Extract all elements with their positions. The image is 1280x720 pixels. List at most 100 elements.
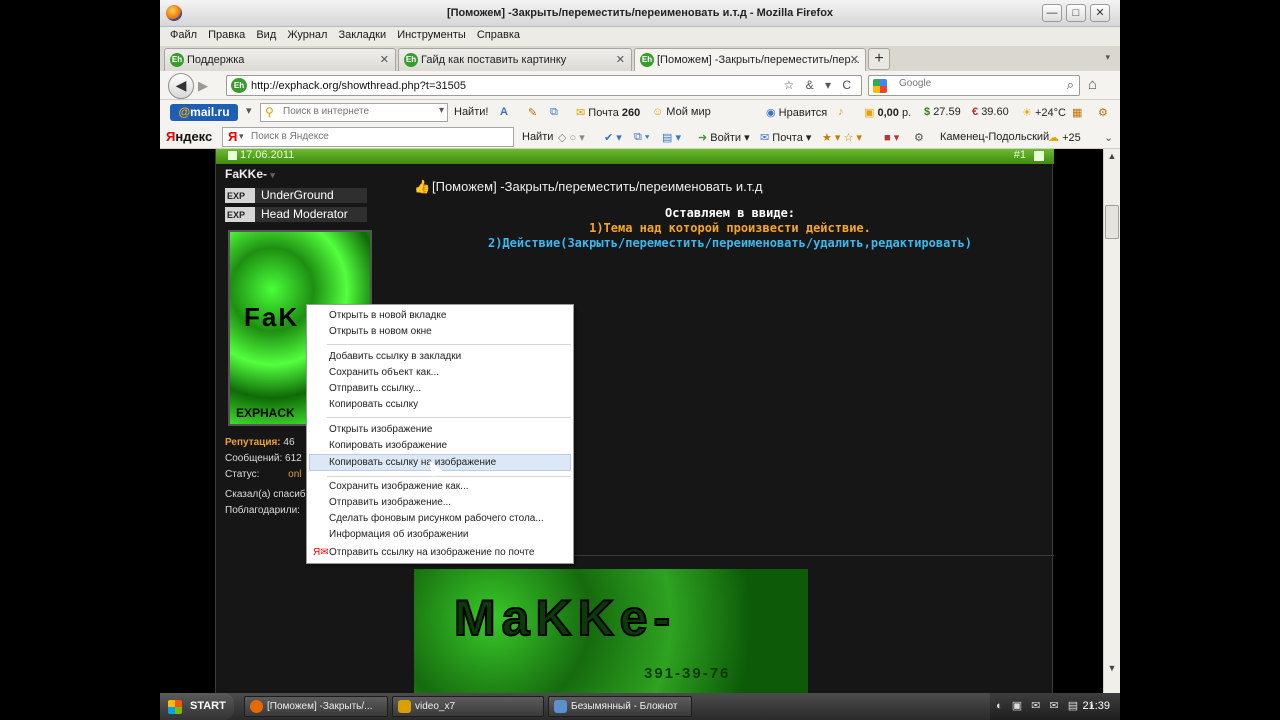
- menu-item-open-new-window[interactable]: Открыть в новом окне: [309, 324, 571, 340]
- yandex-city[interactable]: Каменец-Подольский: [940, 131, 1049, 143]
- tab-guide[interactable]: Eh Гайд как поставить картинку ✕: [398, 48, 632, 71]
- url-bar-tools[interactable]: ☆ & ▾ C: [784, 78, 855, 92]
- search-input[interactable]: [899, 78, 1049, 89]
- close-icon[interactable]: ✕: [380, 53, 389, 66]
- menu-edit[interactable]: Правка: [200, 27, 245, 41]
- yandex-login[interactable]: ➜ Войти ▾: [698, 131, 750, 144]
- menu-item-copy-image[interactable]: Копировать изображение: [309, 438, 571, 454]
- menu-item-mail-image-link[interactable]: Я✉ Отправить ссылку на изображение по поч…: [309, 545, 571, 561]
- post-select-checkbox[interactable]: [1034, 151, 1044, 161]
- mailru-find-button[interactable]: Найти!: [454, 106, 488, 118]
- scrollbar-thumb[interactable]: [1105, 205, 1119, 239]
- weather[interactable]: ☀ +24°C: [1022, 106, 1066, 119]
- check-icon[interactable]: ✔ ▾: [604, 131, 622, 144]
- clock[interactable]: 21:39: [1082, 700, 1110, 712]
- forward-button[interactable]: ▶: [198, 78, 208, 94]
- like-button[interactable]: ◉ Нравится: [766, 106, 827, 119]
- games-icon[interactable]: ♪: [838, 106, 844, 118]
- toolbar-overflow-icon[interactable]: ⌄: [1104, 131, 1113, 144]
- chevron-down-icon[interactable]: ▾: [439, 105, 444, 116]
- menu-item-open-new-tab[interactable]: Открыть в новой вкладке: [309, 308, 571, 324]
- menu-item-open-image[interactable]: Открыть изображение: [309, 422, 571, 438]
- star-icon[interactable]: ★ ▾ ☆ ▾: [822, 131, 862, 144]
- search-bar[interactable]: ⌕: [868, 75, 1080, 96]
- username[interactable]: FaKKe- ▾: [225, 167, 275, 181]
- tab-current[interactable]: Eh [Поможем] -Закрыть/переместить/пер...…: [634, 48, 866, 72]
- mail-button[interactable]: ✉ Почта 260: [576, 106, 640, 119]
- bubble-icon[interactable]: ◇ ○ ▾: [558, 131, 585, 144]
- chevron-down-icon[interactable]: ▾: [239, 131, 244, 142]
- menu-item-send-image[interactable]: Отправить изображение...: [309, 495, 571, 511]
- minimize-button[interactable]: —: [1042, 4, 1062, 22]
- menu-item-image-info[interactable]: Информация об изображении: [309, 527, 571, 543]
- menu-item-save-link-as[interactable]: Сохранить объект как...: [309, 365, 571, 381]
- close-icon[interactable]: ✕: [616, 53, 625, 66]
- menu-bookmarks[interactable]: Закладки: [331, 27, 387, 41]
- menu-item-bookmark-link[interactable]: Добавить ссылку в закладки: [309, 349, 571, 365]
- bookmark-icon[interactable]: ▤ ▾: [662, 131, 681, 144]
- menu-file[interactable]: Файл: [160, 27, 197, 41]
- menu-tools[interactable]: Инструменты: [389, 27, 466, 41]
- post-number[interactable]: #1: [1014, 149, 1026, 161]
- user-status: Статус: onl: [225, 469, 302, 480]
- translate-icon[interactable]: ⧉: [550, 106, 558, 119]
- mailru-toolbar: @mail.ru ▾ ⚲ ▾ Найти! A ✎ ⧉ ✉ Почта 260 …: [160, 100, 1120, 125]
- mailru-search-input[interactable]: [283, 106, 433, 117]
- list-all-tabs-icon[interactable]: ▾: [1105, 52, 1110, 63]
- tab-support[interactable]: Eh Поддержка ✕: [164, 48, 396, 71]
- posts-value: 612: [285, 453, 302, 464]
- system-tray: ◐ ▣ ✉ ✉ ▤ ◑ 21:39: [990, 693, 1120, 720]
- puzzle-icon[interactable]: ▦: [1072, 106, 1082, 119]
- close-button[interactable]: ✕: [1090, 4, 1110, 22]
- rank-head-moderator: EXP Head Moderator: [225, 207, 367, 222]
- gear-icon[interactable]: ⚙: [914, 131, 924, 144]
- back-button[interactable]: ◀: [168, 73, 194, 99]
- yandex-search[interactable]: Я ▾: [222, 127, 514, 147]
- translate-icon[interactable]: ⧉ ▾: [634, 131, 650, 144]
- menu-item-save-image-as[interactable]: Сохранить изображение как...: [309, 479, 571, 495]
- cube-icon[interactable]: ■ ▾: [884, 131, 899, 144]
- google-icon[interactable]: [873, 79, 887, 93]
- myworld-button[interactable]: ☺ Мой мир: [652, 106, 711, 118]
- menu-help[interactable]: Справка: [469, 27, 520, 41]
- menu-view[interactable]: Вид: [248, 27, 276, 41]
- scroll-up-icon[interactable]: ▲: [1106, 151, 1118, 165]
- vertical-scrollbar[interactable]: ▲ ▼: [1103, 149, 1120, 693]
- menu-item-send-link[interactable]: Отправить ссылку...: [309, 381, 571, 397]
- title-bar: [Поможем] -Закрыть/переместить/переимено…: [160, 0, 1120, 27]
- balance-button[interactable]: ▣ 0,00 р.: [864, 106, 911, 119]
- maximize-button[interactable]: □: [1066, 4, 1086, 22]
- eur-rate[interactable]: € 39.60: [972, 106, 1009, 118]
- task-notepad[interactable]: Безымянный - Блокнот: [548, 696, 692, 717]
- yandex-logo[interactable]: Яндекс: [166, 129, 212, 144]
- menu-item-copy-link[interactable]: Копировать ссылку: [309, 397, 571, 413]
- firefox-icon: [250, 700, 263, 713]
- site-identity-icon[interactable]: Eh: [231, 78, 247, 93]
- gear-icon[interactable]: ⚙: [1098, 106, 1108, 119]
- post-line-3: 2)Действие(Закрыть/переместить/переимено…: [487, 236, 973, 250]
- search-icon[interactable]: ⌕: [1067, 77, 1074, 93]
- mailru-search[interactable]: ⚲ ▾: [260, 103, 448, 122]
- mailru-menu-icon[interactable]: ▾: [246, 104, 252, 117]
- yandex-find-button[interactable]: Найти: [522, 131, 553, 143]
- signature-image[interactable]: MaKKe- 391-39-76: [414, 569, 808, 693]
- font-size-icon[interactable]: A: [500, 106, 508, 118]
- task-video[interactable]: video_x7: [392, 696, 544, 717]
- usd-rate[interactable]: $ 27.59: [924, 106, 961, 118]
- url-bar[interactable]: Eh http://exphack.org/showthread.php?t=3…: [226, 75, 862, 96]
- yandex-search-input[interactable]: [251, 131, 501, 142]
- home-icon[interactable]: ⌂: [1088, 76, 1097, 93]
- scroll-down-icon[interactable]: ▼: [1106, 663, 1118, 677]
- task-firefox[interactable]: [Поможем] -Закрыть/...: [244, 696, 388, 717]
- menu-item-set-desktop-background[interactable]: Сделать фоновым рисунком рабочего стола.…: [309, 511, 571, 527]
- chevron-down-icon[interactable]: ▾: [270, 170, 275, 180]
- close-icon[interactable]: ✕: [850, 53, 859, 66]
- new-tab-button[interactable]: +: [868, 48, 890, 70]
- start-button[interactable]: START: [160, 693, 234, 720]
- mailru-logo[interactable]: @mail.ru: [170, 104, 238, 121]
- url-text[interactable]: http://exphack.org/showthread.php?t=3150…: [251, 80, 466, 92]
- pencil-icon[interactable]: ✎: [528, 106, 537, 119]
- yandex-mail[interactable]: ✉ Почта ▾: [760, 131, 811, 144]
- city-weather[interactable]: ☁ +25: [1048, 131, 1081, 144]
- menu-history[interactable]: Журнал: [279, 27, 327, 41]
